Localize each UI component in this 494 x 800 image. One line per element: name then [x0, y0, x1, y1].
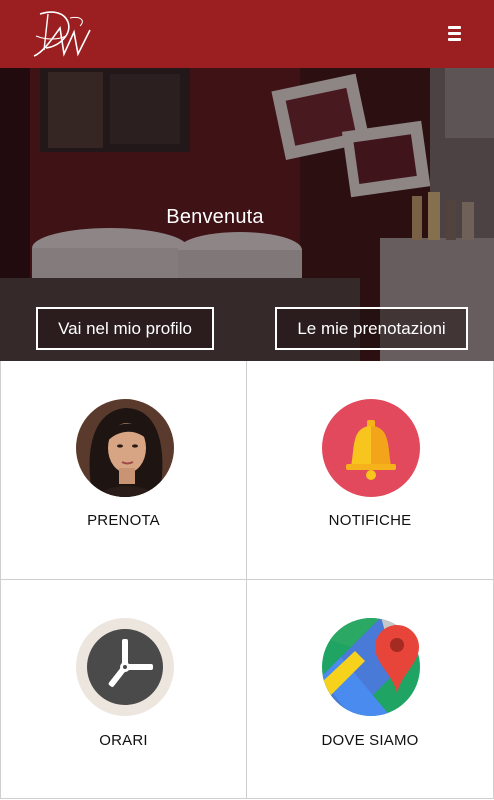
menu-grid: PRENOTA NOTIFICHE ORARI DOVE SIAMO [0, 361, 494, 800]
tile-location[interactable]: DOVE SIAMO [247, 580, 494, 799]
tile-label: PRENOTA [87, 512, 160, 529]
dm-monogram-logo-icon[interactable] [30, 6, 102, 64]
clock-icon [76, 618, 174, 716]
menu-line [448, 31, 461, 35]
hamburger-menu-icon[interactable] [448, 22, 464, 44]
tile-notifications[interactable]: NOTIFICHE [247, 361, 494, 580]
menu-line [448, 37, 461, 41]
my-bookings-button[interactable]: Le mie prenotazioni [275, 307, 468, 350]
my-profile-button[interactable]: Vai nel mio profilo [36, 307, 214, 350]
tile-book[interactable]: PRENOTA [0, 361, 247, 580]
hero-banner: Benvenuta Vai nel mio profilo Le mie pre… [0, 68, 494, 361]
woman-portrait-icon [76, 399, 174, 497]
menu-line [448, 25, 461, 29]
tile-label: DOVE SIAMO [321, 732, 419, 749]
tile-label: NOTIFICHE [328, 512, 412, 529]
welcome-title: Benvenuta [166, 206, 264, 228]
tile-label: ORARI [99, 732, 148, 749]
map-pin-icon [322, 618, 420, 716]
bell-icon [322, 399, 420, 497]
tile-hours[interactable]: ORARI [0, 580, 247, 799]
top-bar [0, 0, 494, 68]
